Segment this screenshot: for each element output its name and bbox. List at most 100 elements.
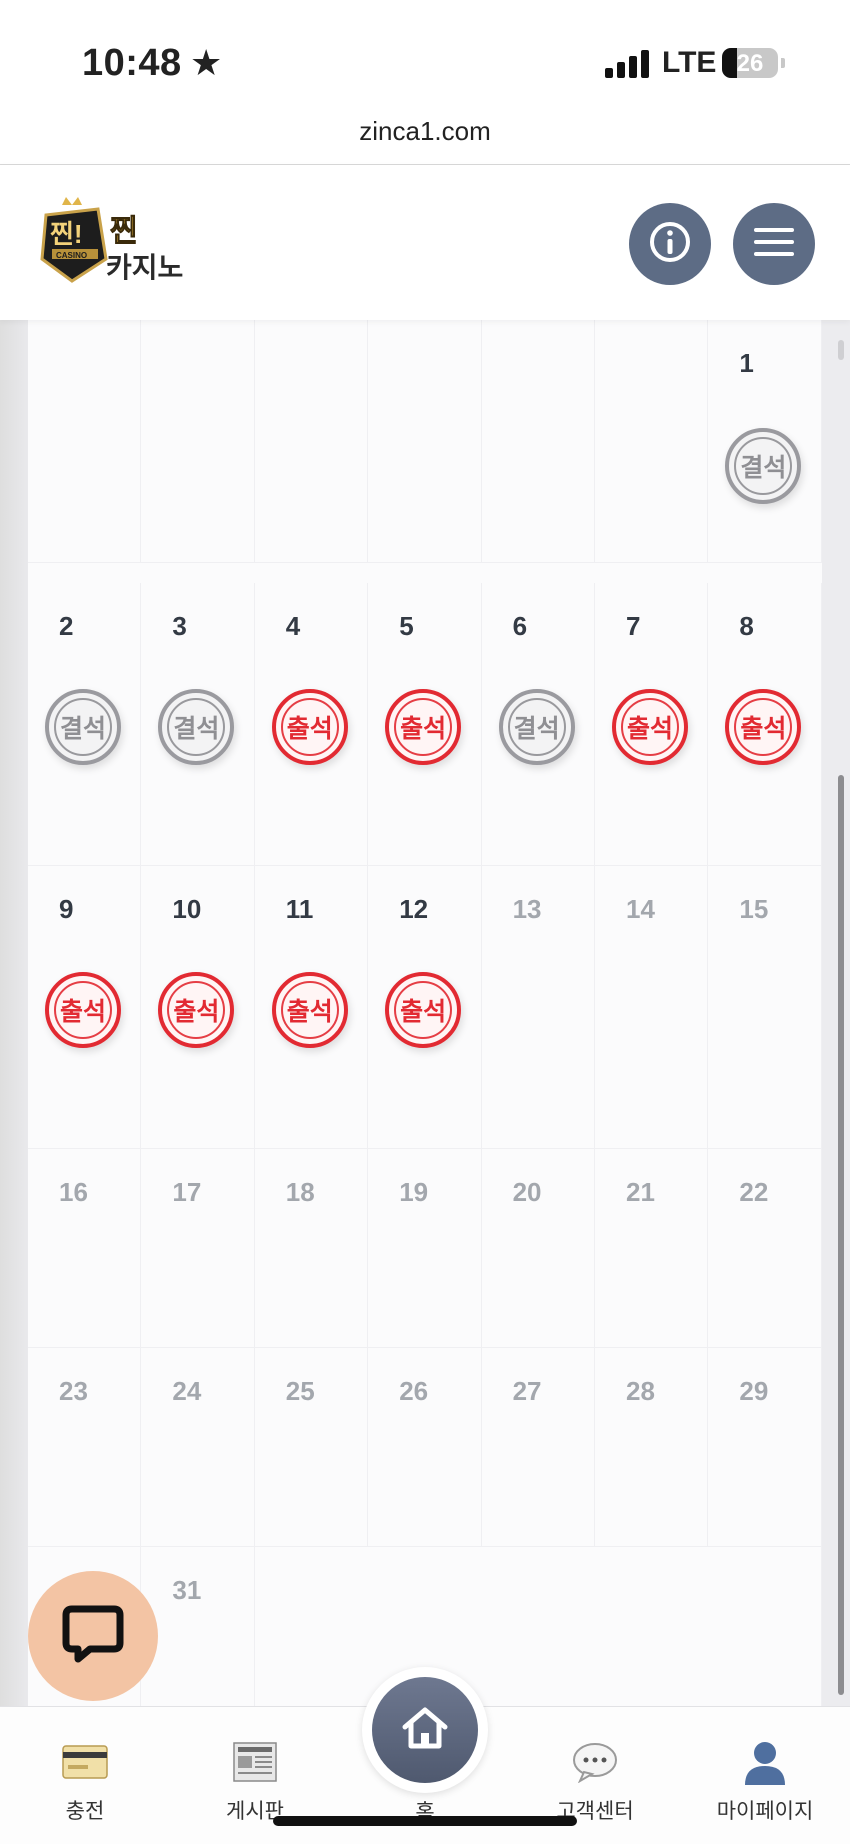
home-indicator	[273, 1816, 577, 1826]
calendar-day-number: 9	[59, 894, 74, 924]
stamp-label: 출석	[400, 998, 447, 1026]
stamp-label: 결석	[59, 715, 106, 743]
calendar-day-number: 14	[626, 894, 655, 924]
calendar-day-cell[interactable]: 15	[708, 866, 822, 1149]
calendar-day-cell[interactable]: 28	[595, 1348, 709, 1547]
battery-icon: 26	[722, 48, 778, 78]
calendar-empty-cell	[254, 280, 369, 563]
stamp-label: 출석	[286, 998, 333, 1026]
stamp-label: 결석	[513, 715, 560, 743]
calendar-day-cell[interactable]: 17	[141, 1149, 255, 1348]
star-icon: ★	[190, 42, 223, 83]
attendance-stamp-present: 출석	[45, 972, 121, 1048]
attendance-stamp-present: 출석	[271, 689, 348, 765]
nav-home-button[interactable]	[362, 1667, 488, 1793]
calendar-day-cell[interactable]: 3 결석	[141, 583, 255, 866]
calendar-day-number: 19	[399, 1177, 429, 1207]
menu-button[interactable]	[733, 203, 815, 285]
attendance-stamp-present: 출석	[385, 972, 462, 1048]
calendar-day-number: 6	[512, 611, 528, 641]
site-logo[interactable]: 찐! CASINO 찐 카지노	[36, 197, 216, 287]
nav-charge-label: 충전	[65, 1800, 105, 1823]
battery-tip	[781, 58, 785, 68]
calendar-empty-cell	[141, 280, 255, 563]
calendar-day-number: 21	[626, 1177, 655, 1207]
calendar-day-cell[interactable]: 27	[481, 1348, 595, 1547]
calendar-day-number: 15	[739, 894, 769, 924]
calendar-day-cell[interactable]: 1 결석	[708, 280, 822, 563]
calendar-day-number: 1	[739, 348, 754, 378]
calendar-day-cell[interactable]: 10 출석	[141, 866, 255, 1149]
calendar-day-number: 8	[739, 611, 754, 641]
calendar-day-cell[interactable]: 18	[254, 1149, 369, 1348]
calendar-day-cell[interactable]: 2 결석	[28, 583, 142, 866]
scroll-track-top	[838, 340, 844, 360]
nav-support[interactable]: 고객센터	[525, 1739, 665, 1825]
calendar-day-cell[interactable]: 8 출석	[708, 583, 822, 866]
nav-charge[interactable]: 충전	[15, 1739, 155, 1825]
nav-mypage[interactable]: 마이페이지	[695, 1739, 835, 1825]
calendar-day-number: 3	[172, 611, 187, 641]
calendar-day-number: 27	[512, 1376, 542, 1406]
calendar-day-cell[interactable]: 6 결석	[481, 583, 595, 866]
attendance-stamp-absent: 결석	[45, 689, 121, 765]
calendar-day-number: 22	[739, 1177, 769, 1207]
calendar-day-cell[interactable]: 14	[595, 866, 709, 1149]
calendar-day-number: 7	[626, 611, 641, 641]
calendar-day-cell[interactable]: 9 출석	[28, 866, 142, 1149]
calendar-day-cell[interactable]: 5 출석	[368, 583, 482, 866]
url-text[interactable]: zinca1.com	[0, 116, 850, 147]
calendar-day-cell[interactable]: 24	[141, 1348, 255, 1547]
attendance-stamp-absent: 결석	[498, 689, 575, 765]
calendar-day-cell[interactable]: 29	[708, 1348, 822, 1547]
calendar-day-number: 29	[739, 1376, 769, 1406]
calendar-empty-cell	[595, 280, 709, 563]
calendar-day-cell[interactable]: 16	[28, 1149, 142, 1348]
stamp-label: 출석	[740, 715, 787, 743]
calendar-day-cell[interactable]: 25	[254, 1348, 369, 1547]
calendar-day-number: 17	[172, 1177, 202, 1207]
attendance-stamp-present: 출석	[271, 972, 348, 1048]
address-bar[interactable]: zinca1.com	[0, 100, 850, 165]
calendar-day-cell[interactable]: 23	[28, 1348, 142, 1547]
calendar-day-cell[interactable]: 21	[595, 1149, 709, 1348]
calendar-empty-cell	[28, 280, 142, 563]
logo-text-top: 찐!	[50, 219, 83, 249]
calendar-day-number: 10	[172, 894, 202, 924]
user-icon	[695, 1739, 835, 1785]
calendar-day-number: 26	[399, 1376, 429, 1406]
calendar-day-number: 25	[285, 1376, 315, 1406]
attendance-calendar: 1 결석 2 결석 3 결석 4 출석 5 출석 6 결석 7 출석 8 출석 9 출석 10 출석 11 출석 12 출석 1…	[28, 280, 822, 1746]
status-bar: 10:48 ★ LTE 26	[0, 0, 850, 100]
live-chat-button[interactable]	[28, 1571, 158, 1701]
signal-icon	[605, 50, 649, 78]
stamp-label: 출석	[400, 715, 447, 743]
info-button[interactable]	[629, 203, 711, 285]
chat-icon	[60, 1603, 126, 1670]
calendar-day-cell[interactable]: 12 출석	[368, 866, 482, 1149]
calendar-day-cell[interactable]: 7 출석	[595, 583, 709, 866]
attendance-stamp-present: 출석	[158, 972, 235, 1048]
scrollbar[interactable]	[838, 775, 844, 1695]
nav-board[interactable]: 게시판	[185, 1739, 325, 1825]
calendar-day-cell[interactable]: 22	[708, 1149, 822, 1348]
calendar-day-cell[interactable]: 26	[368, 1348, 482, 1547]
calendar-day-number: 16	[59, 1177, 88, 1207]
calendar-day-number: 4	[285, 611, 301, 641]
info-icon	[648, 220, 692, 269]
calendar-day-cell[interactable]: 20	[481, 1149, 595, 1348]
calendar-day-cell[interactable]: 4 출석	[254, 583, 369, 866]
stamp-label: 결석	[173, 715, 220, 743]
network-type: LTE	[662, 46, 717, 79]
logo-text-bottom: 카지노	[106, 252, 183, 283]
home-icon	[400, 1705, 450, 1756]
attendance-stamp-absent: 결석	[158, 689, 235, 765]
calendar-day-cell[interactable]: 19	[368, 1149, 482, 1348]
chat-bubble-icon	[525, 1739, 665, 1785]
battery-level: 26	[736, 50, 764, 77]
calendar-day-cell[interactable]: 11 출석	[254, 866, 369, 1149]
calendar-day-cell[interactable]: 13	[481, 866, 595, 1149]
attendance-stamp-present: 출석	[385, 689, 462, 765]
logo-badge: CASINO	[56, 251, 87, 260]
calendar-day-number: 5	[399, 611, 414, 641]
